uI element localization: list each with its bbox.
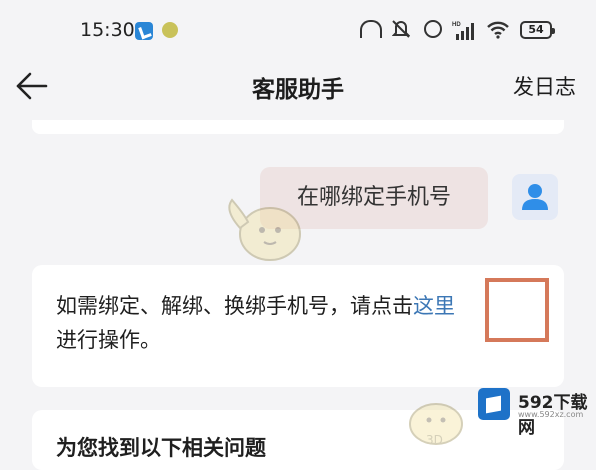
reply-text: 如需绑定、解绑、换绑手机号，请点击这里 进行操作。 — [56, 289, 556, 357]
person-icon — [522, 184, 548, 210]
mascot-watermark-small-icon: 3D — [409, 403, 463, 446]
back-arrow-icon[interactable] — [14, 68, 50, 104]
app-blue-icon — [135, 22, 153, 40]
watermark-url: www.592xz.com — [518, 410, 584, 419]
app-header: 客服助手 发日志 — [0, 62, 596, 110]
related-questions-title: 为您找到以下相关问题 — [56, 436, 266, 460]
reply-text-after: 进行操作。 — [56, 328, 161, 352]
svg-text:HD: HD — [452, 22, 461, 28]
assistant-reply-card: 如需绑定、解绑、换绑手机号，请点击这里 进行操作。 — [32, 265, 564, 387]
status-time: 15:30 — [80, 19, 135, 41]
watermark-cube-icon — [478, 388, 510, 420]
signal-hd-icon: HD — [452, 22, 474, 40]
alarm-icon — [424, 20, 442, 38]
page-title: 客服助手 — [252, 77, 344, 103]
previous-card-bottom — [32, 120, 564, 134]
wifi-icon — [487, 21, 509, 39]
reply-link-here[interactable]: 这里 — [413, 294, 455, 318]
site-watermark: 592下载网 www.592xz.com — [478, 386, 590, 438]
app-cat-icon — [162, 22, 178, 38]
mascot-label: 3D — [426, 433, 443, 446]
mute-icon — [392, 20, 410, 38]
battery-icon: 54 — [520, 21, 555, 39]
mascot-watermark-icon — [228, 198, 301, 261]
headset-icon — [360, 20, 382, 38]
user-avatar — [512, 174, 558, 220]
reply-text-before: 如需绑定、解绑、换绑手机号，请点击 — [56, 294, 413, 318]
status-bar: 15:30 HD 54 — [0, 0, 596, 62]
send-log-button[interactable]: 发日志 — [513, 71, 576, 101]
